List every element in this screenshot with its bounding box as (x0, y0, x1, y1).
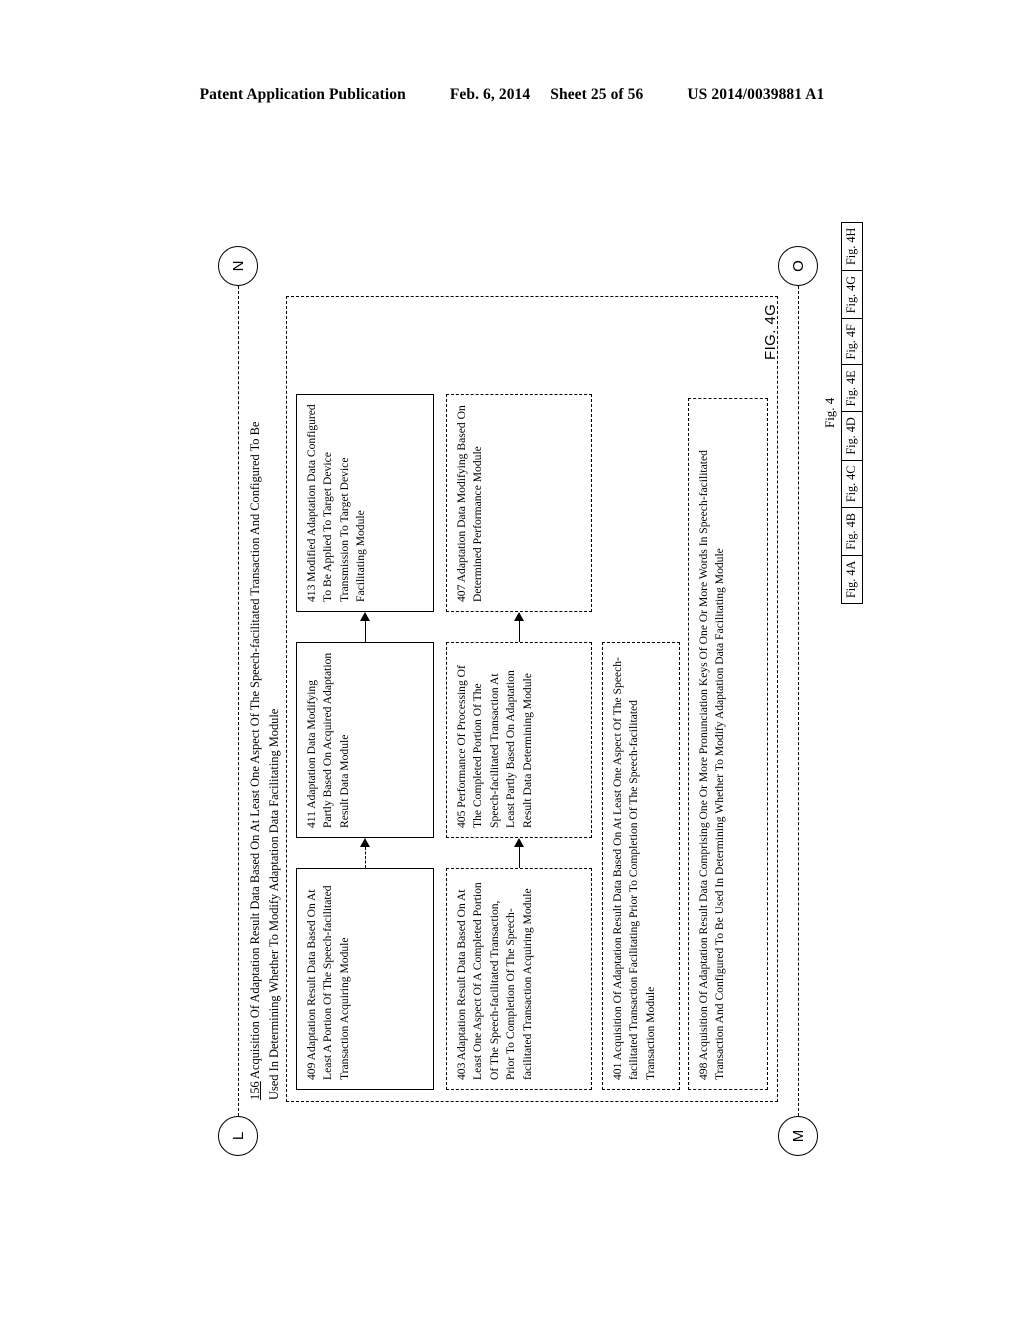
connector-m-label: M (789, 1129, 807, 1143)
module-box-498: 498 Acquisition Of Adaptation Result Dat… (688, 398, 768, 1090)
module-box-407: 407 Adaptation Data Modifying Based On D… (446, 394, 592, 612)
module-box-403: 403 Adaptation Result Data Based On At L… (446, 868, 592, 1090)
connector-l-label: L (229, 1131, 247, 1141)
connector-o-label: O (789, 260, 807, 272)
figure-index-strip: Fig. 4A Fig. 4B Fig. 4C Fig. 4D Fig. 4E … (841, 221, 863, 604)
figure-index-cell-4d: Fig. 4D (842, 411, 862, 460)
module-box-411: 411 Adaptation Data Modifying Partly Bas… (296, 642, 434, 838)
figure-heading-number: 156 (248, 1081, 262, 1100)
connector-l: L (218, 1116, 258, 1156)
publication-title: Patent Application Publication (199, 86, 406, 103)
module-box-409: 409 Adaptation Result Data Based On At L… (296, 868, 434, 1090)
figure-index-cell-4h: Fig. 4H (844, 227, 858, 265)
patent-number: US 2014/0039881 A1 (687, 86, 825, 103)
connector-o: O (778, 246, 818, 286)
sheet-number: Sheet 25 of 56 (550, 86, 644, 103)
figure-index-cell-4f: Fig. 4F (842, 318, 862, 365)
figure-index-cell-4g: Fig. 4G (842, 269, 862, 319)
figure-index-cell-4e: Fig. 4E (842, 364, 862, 412)
connector-n: N (218, 246, 258, 286)
figure-index-cell-4b: Fig. 4B (842, 507, 862, 555)
figure-index-title: Fig. 4 (822, 397, 837, 429)
page-header: Patent Application Publication Feb. 6, 2… (0, 86, 1024, 104)
connector-n-label: N (229, 260, 247, 272)
module-box-405: 405 Performance Of Processing Of The Com… (446, 642, 592, 838)
connector-m: M (778, 1116, 818, 1156)
module-box-413: 413 Modified Adaptation Data Configured … (296, 394, 434, 612)
module-box-401: 401 Acquisition Of Adaptation Result Dat… (602, 642, 680, 1090)
figure-diagram: L M N O 156 Acquisition Of Adaptation Re… (182, 160, 863, 1160)
figure-index-cell-4a: Fig. 4A (842, 554, 862, 603)
figure-caption: FIG. 4G (762, 303, 779, 360)
figure-index: Fig. 4 Fig. 4A Fig. 4B Fig. 4C Fig. 4D F… (822, 221, 863, 604)
connector-rail-bottom (798, 286, 799, 1116)
figure-heading-text: Acquisition Of Adaptation Result Data Ba… (248, 421, 281, 1100)
publication-date: Feb. 6, 2014 (449, 86, 531, 103)
connector-rail-top (238, 286, 239, 1116)
figure-index-cell-4c: Fig. 4C (842, 459, 862, 508)
figure-heading: 156 Acquisition Of Adaptation Result Dat… (246, 400, 283, 1100)
